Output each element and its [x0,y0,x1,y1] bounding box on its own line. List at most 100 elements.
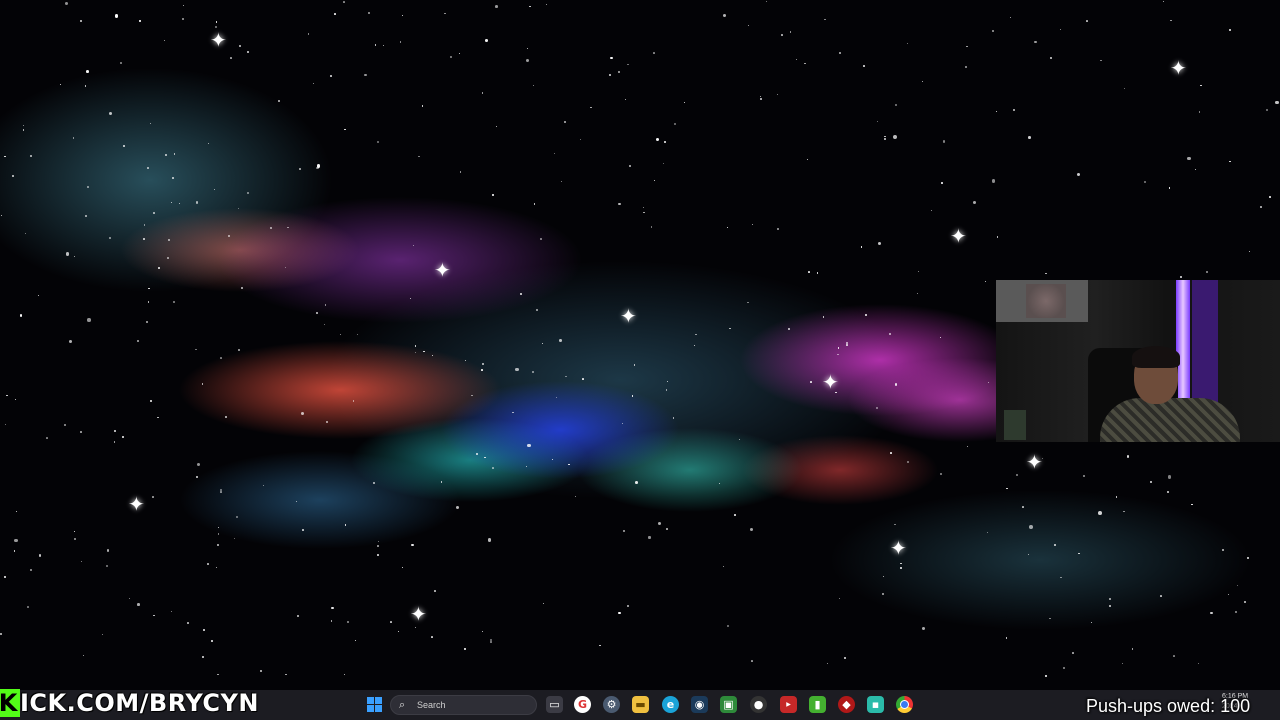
webcam-person-body [1100,398,1240,442]
android-app-icon[interactable]: ▣ [720,696,737,713]
star-dot [80,560,82,563]
star-dot [663,163,665,165]
video-editor-icon[interactable]: ▶ [780,696,797,713]
star-dot [84,85,87,88]
star-dot [459,171,461,173]
star-dot [80,19,83,23]
star-dot [804,62,806,64]
star-dot [1123,88,1126,90]
star-dot [213,188,215,190]
star-dot [195,476,199,479]
star-dot [59,83,61,86]
teal-app-icon[interactable]: ▪ [867,696,884,713]
star-dot [633,364,636,366]
star-dot [421,105,424,107]
star-dot [1200,84,1202,87]
star-dot [966,45,968,48]
star-dot [83,655,85,657]
star-dot [152,496,154,498]
star-dot [440,481,442,483]
sparkle-star: ✦ [620,304,637,328]
green-app-icon[interactable]: ▮ [809,696,826,713]
star-dot [992,29,995,32]
star-dot [882,575,884,577]
google-app-icon[interactable]: G [574,696,591,713]
star-dot [546,3,548,6]
star-dot [163,39,166,42]
windows-start-icon[interactable] [366,696,383,713]
star-dot [672,417,675,419]
star-dot [73,537,77,541]
star-dot [907,43,909,45]
edge-browser-icon[interactable]: e [662,696,679,713]
star-dot [1266,108,1269,111]
star-dot [1085,19,1088,22]
github-icon[interactable]: ● [750,696,767,713]
star-dot [377,545,380,547]
star-dot [415,345,417,347]
star-dot [270,226,273,229]
star-dot [247,50,250,53]
taskbar-search-box[interactable]: ⌕ Search [390,695,537,715]
star-dot [481,362,485,366]
star-dot [113,440,116,443]
star-dot [1191,503,1193,506]
star-dot [195,201,199,204]
star-dot [287,226,289,229]
star-dot [683,101,686,104]
search-icon: ⌕ [399,698,406,711]
star-dot [431,354,434,357]
star-dot [1049,56,1053,59]
star-dot [726,226,729,229]
star-dot [653,52,655,54]
star-dot [653,179,655,181]
star-dot [533,203,536,205]
star-dot [1108,604,1111,607]
star-dot [364,73,367,76]
star-dot [921,626,926,630]
star-dot [239,45,242,47]
star-dot [400,41,402,43]
star-dot [23,124,25,126]
star-dot [1170,19,1173,22]
star-dot [220,491,222,493]
star-dot [330,620,332,622]
star-dot [85,215,88,218]
star-dot [201,383,204,386]
star-dot [624,99,626,101]
star-dot [217,674,219,676]
star-dot [918,270,920,272]
star-dot [1235,611,1238,614]
star-dot [153,614,155,617]
star-dot [237,348,240,352]
star-dot [195,348,197,351]
star-dot [489,641,492,643]
star-dot [796,59,798,61]
star-dot [966,445,969,448]
settings-icon[interactable]: ⚙ [603,696,620,713]
star-dot [85,69,89,73]
star-dot [354,639,356,642]
star-dot [383,45,385,47]
star-dot [64,1,68,6]
star-dot [826,662,829,665]
search-placeholder: Search [417,700,446,710]
star-dot [1044,272,1047,275]
star-dot [170,610,173,613]
steam-icon[interactable]: ◉ [691,696,708,713]
chrome-icon[interactable] [896,696,913,713]
star-dot [1045,675,1047,677]
star-dot [412,244,414,246]
star-dot [203,629,205,631]
task-view-icon[interactable]: ▭ [546,696,563,713]
star-dot [973,200,977,204]
star-dot [843,656,846,659]
star-dot [837,347,839,349]
star-dot [894,383,898,386]
star-dot [900,567,902,570]
star-dot [409,297,412,300]
file-explorer-icon[interactable]: ▬ [632,696,649,713]
star-dot [1049,617,1051,620]
red-app-icon[interactable]: ◆ [838,696,855,713]
star-dot [1083,475,1086,478]
